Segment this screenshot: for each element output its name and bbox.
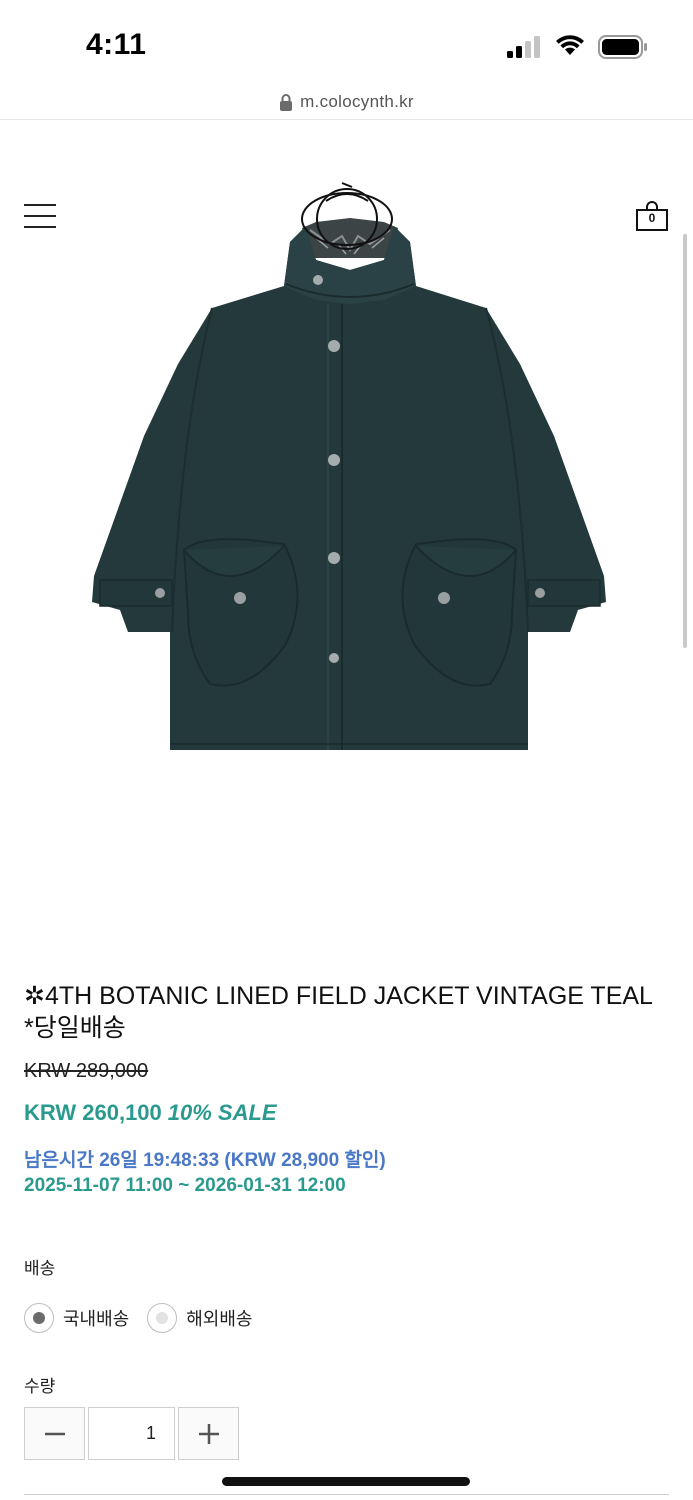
battery-icon xyxy=(598,35,647,59)
url-text: m.colocynth.kr xyxy=(300,91,414,111)
wifi-icon xyxy=(556,35,584,55)
hamburger-menu-icon xyxy=(24,204,56,206)
lock-icon xyxy=(280,93,293,111)
radio-label-domestic[interactable]: 국내배송 xyxy=(63,1305,129,1331)
sale-period: 2025-11-07 11:00 ~ 2026-01-31 12:00 xyxy=(24,1175,346,1196)
quantity-input[interactable] xyxy=(88,1407,175,1460)
radio-selected-dot xyxy=(33,1312,45,1324)
cart-count: 0 xyxy=(648,211,656,225)
status-bar: 4:11 xyxy=(0,0,693,80)
quantity-stepper xyxy=(24,1407,239,1460)
minus-icon xyxy=(44,1432,65,1435)
cellular-signal-icon xyxy=(507,36,540,58)
decrease-quantity-button[interactable] xyxy=(24,1407,85,1460)
hamburger-menu-button[interactable] xyxy=(24,204,56,230)
radio-domestic-shipping[interactable] xyxy=(24,1303,54,1333)
divider xyxy=(24,1494,669,1495)
scrollbar[interactable] xyxy=(683,234,687,648)
plus-icon xyxy=(198,1423,219,1444)
radio-label-overseas[interactable]: 해외배송 xyxy=(186,1305,252,1331)
sale-price: KRW 260,100 xyxy=(24,1100,162,1125)
sale-tag: 10% SALE xyxy=(167,1100,277,1125)
cart-button[interactable]: 0 xyxy=(636,201,668,231)
quantity-label: 수량 xyxy=(24,1377,56,1396)
shipping-label: 배송 xyxy=(24,1259,56,1278)
home-indicator[interactable] xyxy=(222,1477,470,1486)
shipping-options: 국내배송 해외배송 xyxy=(24,1303,271,1333)
product-image[interactable] xyxy=(80,214,620,754)
address-bar[interactable]: m.colocynth.kr xyxy=(0,84,693,120)
original-price: KRW 289,000 xyxy=(24,1060,149,1082)
sale-countdown: 남은시간 26일 19:48:33 (KRW 28,900 할인) xyxy=(24,1150,386,1171)
increase-quantity-button[interactable] xyxy=(178,1407,239,1460)
radio-overseas-shipping[interactable] xyxy=(147,1303,178,1333)
product-title: ✲4TH BOTANIC LINED FIELD JACKET VINTAGE … xyxy=(24,982,653,1042)
brand-logo[interactable] xyxy=(296,181,398,253)
sale-price-row: KRW 260,100 10% SALE xyxy=(24,1100,277,1126)
status-time: 4:11 xyxy=(86,28,147,61)
radio-unselected-dot xyxy=(156,1312,169,1324)
